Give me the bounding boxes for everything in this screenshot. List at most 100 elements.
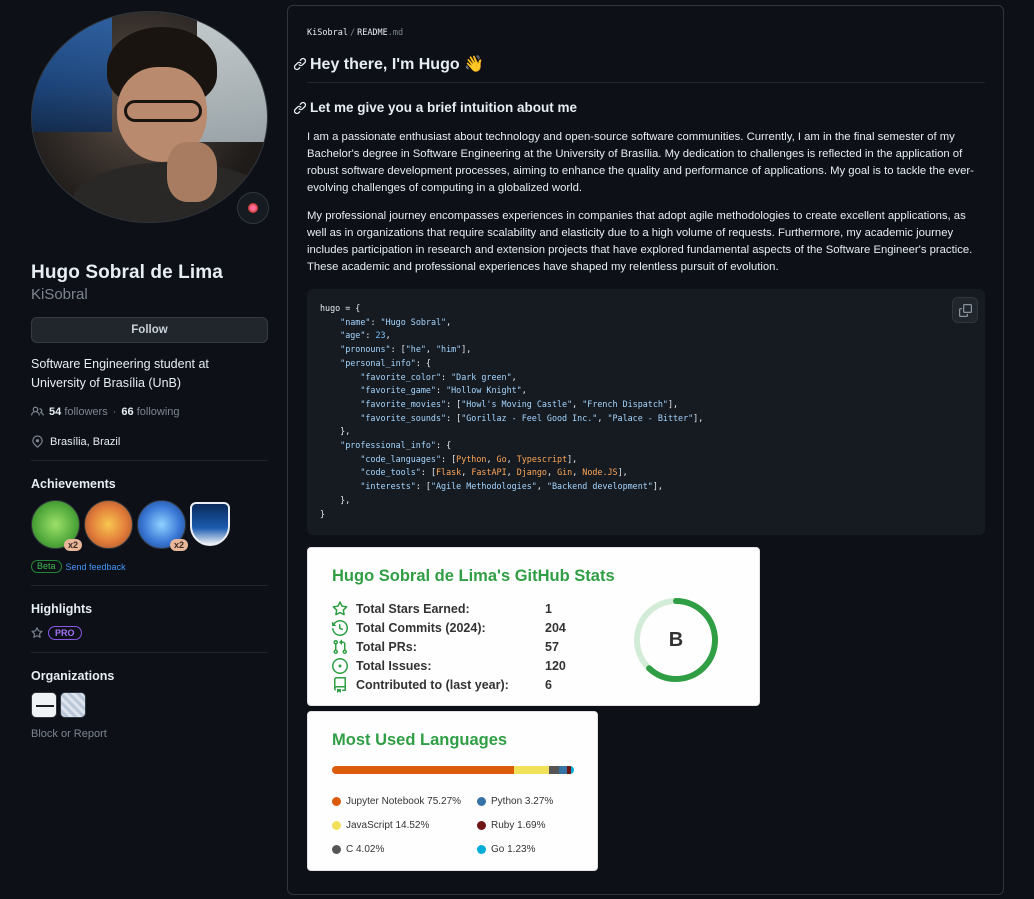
readme-paragraph: My professional journey encompasses expe… <box>307 210 973 273</box>
dart-icon <box>248 203 258 213</box>
language-item: Jupyter Notebook 75.27% <box>332 796 461 807</box>
followers-label: followers <box>64 405 108 418</box>
pull-shark-icon[interactable]: x2 <box>137 500 188 551</box>
block-report-link[interactable]: Block or Report <box>31 728 268 740</box>
breadcrumb: KiSobral / README.md <box>307 28 403 38</box>
language-color-dot <box>332 821 341 830</box>
divider <box>31 652 268 653</box>
bio-line: Software Engineering student at <box>31 357 209 371</box>
followers-link[interactable]: 54 followers <box>49 406 108 418</box>
link-icon[interactable] <box>293 57 307 71</box>
stat-label: Total PRs: <box>356 640 417 654</box>
send-feedback-link[interactable]: Send feedback <box>66 562 126 572</box>
copy-button[interactable] <box>952 297 978 323</box>
language-bar-segment <box>570 766 574 774</box>
code-content: hugo = { "name": "Hugo Sobral", "age": 2… <box>320 303 704 519</box>
stat-value: 120 <box>545 659 566 673</box>
stat-label: Contributed to (last year): <box>356 678 509 692</box>
readme-heading-2: Let me give you a brief intuition about … <box>293 100 577 115</box>
language-label: Jupyter Notebook 75.27% <box>346 796 462 807</box>
stat-label: Total Stars Earned: <box>356 602 470 616</box>
arctic-code-vault-icon[interactable] <box>190 502 230 546</box>
language-color-dot <box>477 845 486 854</box>
profile-bio: Software Engineering student at Universi… <box>31 355 268 393</box>
languages-card: Most Used Languages Jupyter Notebook 75.… <box>307 711 598 871</box>
heading-text: Hey there, I'm Hugo 👋 <box>310 56 484 73</box>
organization-avatar[interactable] <box>31 692 57 718</box>
profile-login: KiSobral <box>31 286 88 303</box>
highlight-pro: PRO <box>31 626 268 640</box>
readme-paragraph: I am a passionate enthusiast about techn… <box>307 131 974 194</box>
avatar[interactable] <box>31 11 268 223</box>
location-icon <box>32 435 43 448</box>
languages-title: Most Used Languages <box>332 731 508 749</box>
language-item: Python 3.27% <box>477 796 553 807</box>
followers-count: 54 <box>49 405 62 418</box>
stat-row: Total Stars Earned: 1 <box>332 601 552 617</box>
pro-badge[interactable]: PRO <box>48 626 82 640</box>
stat-row: Total Issues: 120 <box>332 658 566 674</box>
stat-value: 57 <box>545 640 559 654</box>
heading-rule <box>307 82 985 83</box>
star-icon <box>31 627 43 638</box>
profile-sidebar: Hugo Sobral de Lima KiSobral Follow Soft… <box>31 11 269 740</box>
following-link[interactable]: 66 following <box>121 406 179 418</box>
language-label: Python 3.27% <box>491 796 554 807</box>
yolo-icon[interactable] <box>84 500 133 549</box>
stat-value: 1 <box>545 602 552 616</box>
readme-heading-1: Hey there, I'm Hugo 👋 <box>293 54 484 74</box>
following-label: following <box>136 405 180 418</box>
avatar-hand <box>167 142 217 202</box>
stat-value: 204 <box>545 621 566 635</box>
follow-stats: 54 followers · 66 following <box>31 405 268 418</box>
language-item: C 4.02% <box>332 844 384 855</box>
avatar-glasses <box>124 100 202 122</box>
language-bar-segment <box>332 766 515 774</box>
link-icon[interactable] <box>293 101 307 115</box>
divider <box>31 585 268 586</box>
location-text: Brasília, Brazil <box>50 435 121 448</box>
bio-line: University of Brasília (UnB) <box>31 376 182 390</box>
language-label: Go 1.23% <box>491 844 536 855</box>
heading-text: Let me give you a brief intuition about … <box>310 100 578 115</box>
divider <box>31 460 268 461</box>
stat-value: 6 <box>545 678 552 692</box>
language-bar-segment <box>549 766 559 774</box>
github-stats-card: Hugo Sobral de Lima's GitHub Stats Total… <box>307 547 760 706</box>
code-block: hugo = { "name": "Hugo Sobral", "age": 2… <box>307 289 985 535</box>
follow-button[interactable]: Follow <box>31 317 268 343</box>
history-icon <box>332 620 348 636</box>
beta-feedback: Beta Send feedback <box>31 560 268 573</box>
stats-title: Hugo Sobral de Lima's GitHub Stats <box>332 567 615 585</box>
separator: · <box>112 405 117 418</box>
organization-avatar[interactable] <box>60 692 86 718</box>
stat-label: Total Commits (2024): <box>356 621 486 635</box>
breadcrumb-file[interactable]: README <box>357 28 388 38</box>
avatar-background-window <box>32 12 112 132</box>
status-badge[interactable] <box>237 192 269 224</box>
people-icon <box>31 406 44 416</box>
star-icon <box>332 601 348 616</box>
organizations-list <box>31 692 268 718</box>
language-color-dot <box>332 797 341 806</box>
language-label: JavaScript 14.52% <box>346 820 430 831</box>
pair-extraordinaire-icon[interactable]: x2 <box>31 500 82 551</box>
following-count: 66 <box>121 405 134 418</box>
achievements-list: x2 x2 <box>31 500 268 551</box>
stat-row: Total PRs: 57 <box>332 639 559 655</box>
copy-icon <box>958 303 972 317</box>
breadcrumb-owner[interactable]: KiSobral <box>307 28 348 38</box>
language-color-dot <box>477 821 486 830</box>
achievement-count: x2 <box>169 539 188 551</box>
issue-icon <box>332 658 348 674</box>
beta-label: Beta <box>31 560 62 573</box>
stat-label: Total Issues: <box>356 659 432 673</box>
language-bar-segment <box>514 766 550 774</box>
pull-request-icon <box>333 639 348 655</box>
language-item: Go 1.23% <box>477 844 535 855</box>
highlights-title: Highlights <box>31 602 93 616</box>
language-item: JavaScript 14.52% <box>332 820 429 831</box>
languages-bar <box>332 766 574 774</box>
readme-container: KiSobral / README.md Hey there, I'm Hugo 👋… <box>287 5 1004 895</box>
stat-row: Total Commits (2024): 204 <box>332 620 566 636</box>
